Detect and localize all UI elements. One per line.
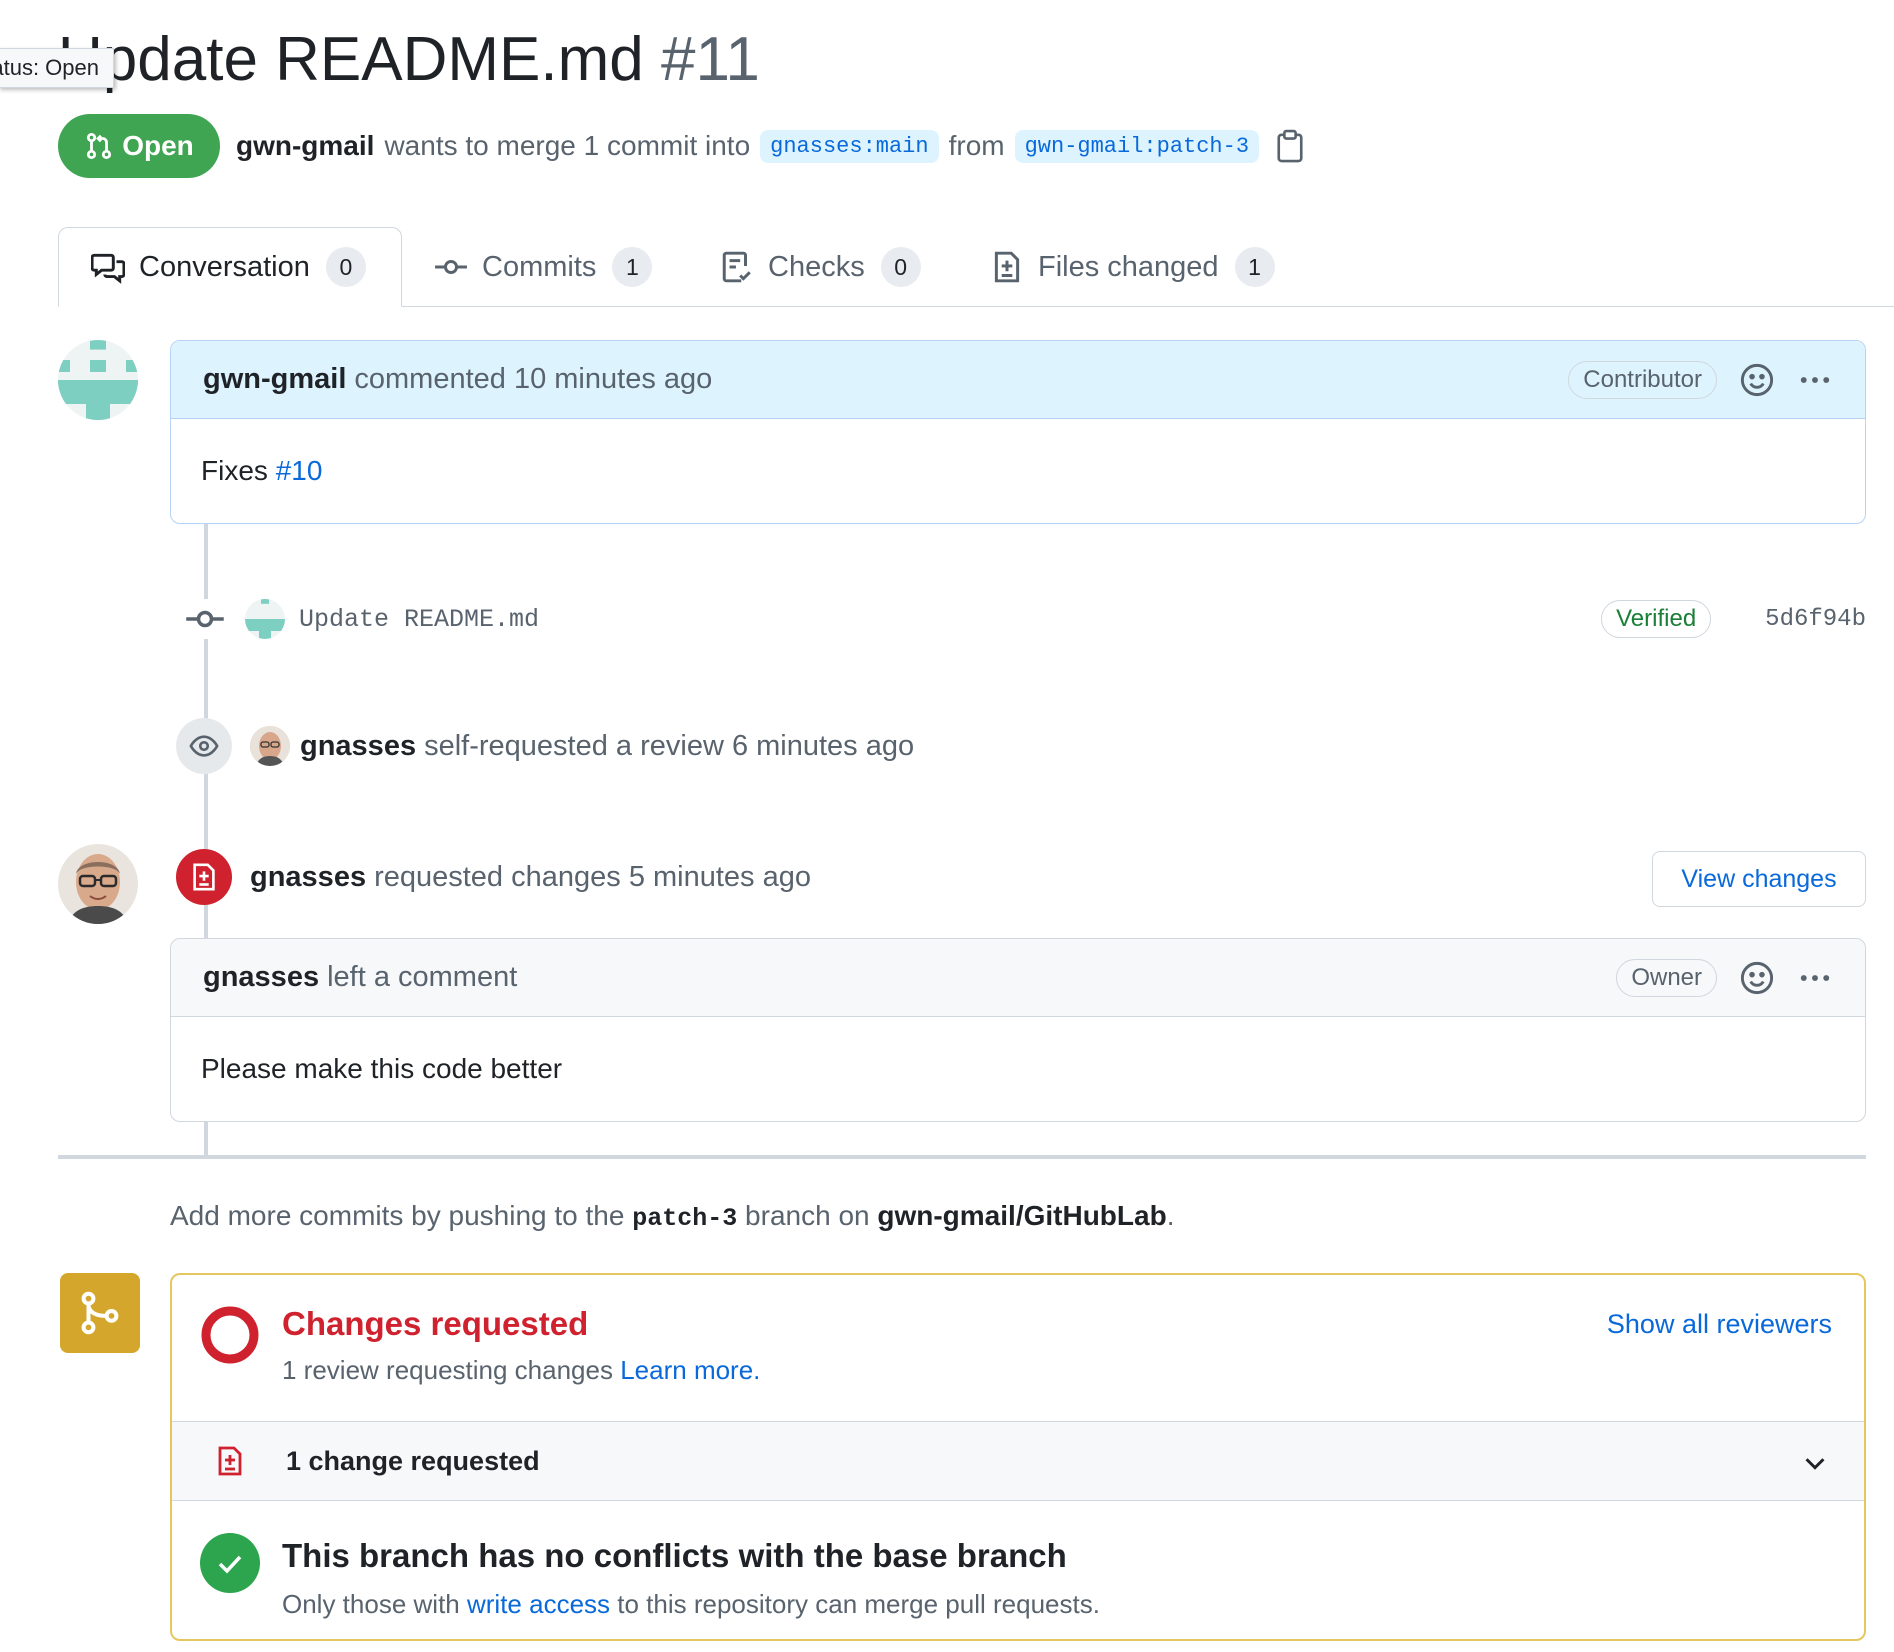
git-merge-icon: [81, 1291, 119, 1335]
avatar-gnasses-small[interactable]: [250, 726, 290, 766]
git-pull-request-icon: [87, 132, 112, 160]
avatar-gwn-gmail[interactable]: [58, 340, 138, 420]
changes-requested-event: gnasses requested changes 5 minutes ago: [176, 849, 811, 905]
role-badge: Contributor: [1568, 360, 1717, 399]
file-diff-icon: [994, 251, 1020, 283]
tab-label: Checks: [768, 250, 865, 283]
event-action: self-requested a review 6 minutes ago: [424, 729, 915, 762]
review-comment-box: gnasses left a comment Owner Please make…: [170, 938, 1866, 1122]
comment-author-link[interactable]: gnasses: [203, 961, 319, 994]
review-request-event: gnasses self-requested a review 6 minute…: [176, 718, 914, 774]
status-tooltip: Status: Open: [0, 48, 114, 88]
view-changes-button[interactable]: View changes: [1652, 851, 1866, 907]
check-circle-icon: [200, 1533, 260, 1593]
checklist-icon: [722, 251, 751, 283]
identicon-icon: [58, 340, 138, 420]
pr-number: #11: [661, 25, 760, 94]
tab-label: Conversation: [139, 250, 310, 283]
eye-icon: [189, 735, 219, 757]
changes-requested-ring-icon: [201, 1306, 259, 1364]
changes-requested-section: Changes requested 1 review requesting ch…: [172, 1275, 1864, 1421]
comment-header: gwn-gmail commented 10 minutes ago Contr…: [171, 341, 1865, 419]
pr-author-link[interactable]: gwn-gmail: [236, 130, 374, 162]
state-label: Open: [122, 130, 194, 161]
comment-action[interactable]: commented 10 minutes ago: [354, 363, 712, 396]
no-conflicts-subtitle: Only those with write access to this rep…: [282, 1589, 1100, 1619]
comment-box: gwn-gmail commented 10 minutes ago Contr…: [170, 340, 1866, 524]
changes-requested-subtitle: 1 review requesting changes Learn more.: [282, 1355, 761, 1385]
changes-badge: [176, 849, 232, 905]
role-badge: Owner: [1616, 958, 1717, 997]
learn-more-link[interactable]: Learn more.: [620, 1355, 760, 1385]
kebab-horizontal-icon[interactable]: [1797, 960, 1833, 996]
comment-body: Fixes #10: [171, 419, 1865, 523]
comment-header: gnasses left a comment Owner: [171, 939, 1865, 1017]
event-author-link[interactable]: gnasses: [300, 730, 416, 763]
identicon-icon: [245, 599, 285, 639]
pr-title: Update README.md #11: [58, 22, 760, 98]
comment-author-link[interactable]: gwn-gmail: [203, 363, 346, 396]
pr-title-text: Update README.md: [58, 25, 644, 94]
tab-label: Files changed: [1038, 250, 1219, 283]
push-hint-middle: branch on: [745, 1200, 870, 1231]
push-hint-branch: patch-3: [632, 1204, 738, 1233]
kebab-horizontal-icon[interactable]: [1797, 362, 1833, 398]
push-hint-prefix: Add more commits by pushing to the: [170, 1200, 625, 1231]
tab-files-changed[interactable]: Files changed 1: [990, 227, 1275, 307]
tab-checks[interactable]: Checks 0: [720, 227, 921, 307]
wants-merge-text: wants to merge 1 commit into: [384, 130, 751, 161]
avatar-gnasses[interactable]: [58, 844, 138, 924]
change-requested-toggle[interactable]: 1 change requested: [172, 1421, 1864, 1501]
changes-requested-title: Changes requested: [282, 1305, 589, 1342]
state-badge-open: Open: [58, 114, 220, 178]
pr-meta: gwn-gmail wants to merge 1 commit into g…: [236, 124, 1305, 168]
git-commit-icon: [435, 259, 467, 275]
commit-row: Update README.md Verified 5d6f94b: [185, 594, 1866, 644]
head-branch[interactable]: gwn-gmail:patch-3: [1014, 129, 1260, 163]
write-access-link[interactable]: write access: [467, 1589, 610, 1619]
file-diff-icon: [193, 863, 215, 891]
user-photo-icon: [250, 726, 290, 766]
from-text: from: [948, 130, 1005, 161]
eye-badge: [176, 718, 232, 774]
push-hint-suffix: .: [1166, 1200, 1175, 1231]
tab-conversation[interactable]: Conversation 0: [58, 227, 402, 307]
tab-counter: 1: [612, 247, 653, 287]
tab-counter: 0: [325, 247, 366, 287]
file-diff-icon: [218, 1446, 242, 1476]
tab-commits[interactable]: Commits 1: [434, 227, 653, 307]
copy-icon[interactable]: [1275, 129, 1305, 163]
user-photo-icon: [58, 844, 138, 924]
event-action[interactable]: requested changes 5 minutes ago: [374, 861, 811, 894]
merge-box: Changes requested 1 review requesting ch…: [170, 1273, 1866, 1641]
tab-counter: 0: [880, 247, 921, 287]
smiley-icon[interactable]: [1739, 362, 1775, 398]
event-author-link[interactable]: gnasses: [250, 861, 366, 894]
tab-label: Commits: [482, 250, 597, 283]
merge-status-badge: [60, 1273, 140, 1353]
smiley-icon[interactable]: [1739, 960, 1775, 996]
change-count-label: 1 change requested: [286, 1445, 540, 1476]
timeline-divider: [58, 1155, 1866, 1159]
commit-sha-link[interactable]: 5d6f94b: [1765, 606, 1866, 633]
base-branch[interactable]: gnasses:main: [760, 129, 939, 163]
commit-message-link[interactable]: Update README.md: [299, 605, 539, 634]
show-all-reviewers-link[interactable]: Show all reviewers: [1607, 1309, 1832, 1340]
tab-counter: 1: [1234, 247, 1275, 287]
comment-discussion-icon: [91, 253, 125, 284]
verified-badge[interactable]: Verified: [1601, 600, 1712, 638]
avatar-gwn-gmail-small[interactable]: [245, 599, 285, 639]
issue-link[interactable]: #10: [276, 455, 323, 487]
repo-link[interactable]: gwn-gmail/GitHubLab: [877, 1200, 1166, 1231]
no-conflicts-section: This branch has no conflicts with the ba…: [172, 1501, 1864, 1639]
comment-text: Fixes: [201, 455, 276, 486]
comment-action: left a comment: [327, 961, 518, 993]
no-conflicts-title: This branch has no conflicts with the ba…: [282, 1537, 1067, 1574]
push-hint: Add more commits by pushing to the patch…: [170, 1200, 1174, 1233]
comment-body: Please make this code better: [201, 1053, 563, 1084]
git-commit-icon: [185, 599, 225, 639]
chevron-down-icon[interactable]: [1800, 1448, 1830, 1478]
